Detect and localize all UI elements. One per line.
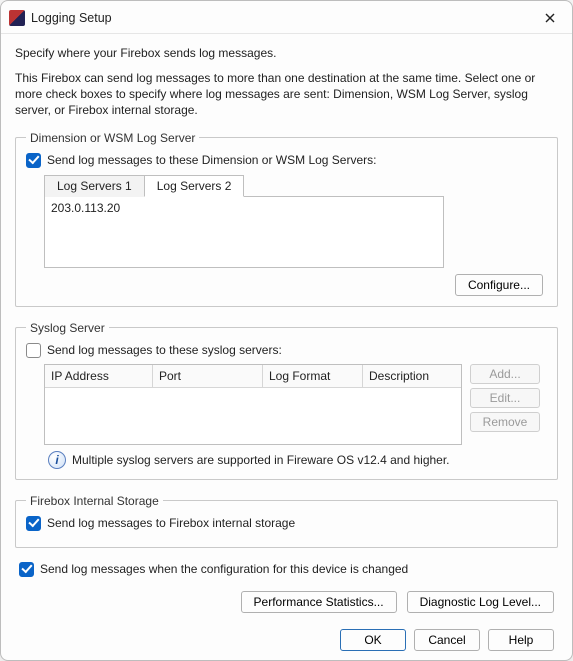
app-icon (9, 10, 25, 26)
remove-button[interactable]: Remove (470, 412, 540, 432)
checkbox-syslog[interactable] (26, 343, 41, 358)
group-internal-legend: Firebox Internal Storage (26, 494, 163, 508)
syslog-table[interactable]: IP Address Port Log Format Description (44, 364, 462, 445)
edit-button[interactable]: Edit... (470, 388, 540, 408)
col-port[interactable]: Port (153, 365, 263, 388)
group-syslog-legend: Syslog Server (26, 321, 109, 335)
checkbox-internal[interactable] (26, 516, 41, 531)
dialog-content: Specify where your Firebox sends log mes… (1, 34, 572, 660)
wsm-server-entry: 203.0.113.20 (51, 201, 120, 215)
titlebar: Logging Setup (1, 1, 572, 34)
configure-button[interactable]: Configure... (455, 274, 543, 296)
syslog-table-header: IP Address Port Log Format Description (45, 365, 461, 388)
col-description[interactable]: Description (363, 365, 461, 388)
performance-statistics-button[interactable]: Performance Statistics... (241, 591, 397, 613)
add-button[interactable]: Add... (470, 364, 540, 384)
checkbox-wsm-label: Send log messages to these Dimension or … (47, 153, 376, 167)
diagnostic-log-level-button[interactable]: Diagnostic Log Level... (407, 591, 554, 613)
col-ip[interactable]: IP Address (45, 365, 153, 388)
cancel-button[interactable]: Cancel (414, 629, 480, 651)
tab-log-servers-2[interactable]: Log Servers 2 (144, 175, 245, 197)
group-wsm: Dimension or WSM Log Server Send log mes… (15, 131, 558, 307)
checkbox-config-change[interactable] (19, 562, 34, 577)
close-icon (545, 13, 555, 23)
checkbox-wsm[interactable] (26, 153, 41, 168)
window-title: Logging Setup (31, 11, 112, 25)
group-internal: Firebox Internal Storage Send log messag… (15, 494, 558, 548)
syslog-info-row: i Multiple syslog servers are supported … (48, 451, 547, 469)
info-icon: i (48, 451, 66, 469)
wsm-tabbar: Log Servers 1 Log Servers 2 (44, 174, 547, 196)
group-wsm-legend: Dimension or WSM Log Server (26, 131, 199, 145)
close-button[interactable] (536, 7, 564, 29)
col-log-format[interactable]: Log Format (263, 365, 363, 388)
intro-line-2: This Firebox can send log messages to mo… (15, 70, 558, 119)
tab-log-servers-1[interactable]: Log Servers 1 (44, 175, 145, 197)
dialog-window: Logging Setup Specify where your Firebox… (0, 0, 573, 661)
checkbox-config-change-label: Send log messages when the configuration… (40, 562, 408, 576)
checkbox-internal-label: Send log messages to Firebox internal st… (47, 516, 295, 530)
syslog-side-buttons: Add... Edit... Remove (470, 364, 540, 445)
wsm-tab-panel[interactable]: 203.0.113.20 (44, 196, 444, 268)
group-syslog: Syslog Server Send log messages to these… (15, 321, 558, 480)
ok-button[interactable]: OK (340, 629, 406, 651)
help-button[interactable]: Help (488, 629, 554, 651)
syslog-table-body (45, 388, 461, 444)
intro-line-1: Specify where your Firebox sends log mes… (15, 46, 558, 60)
checkbox-syslog-label: Send log messages to these syslog server… (47, 343, 282, 357)
syslog-info-text: Multiple syslog servers are supported in… (72, 453, 450, 467)
